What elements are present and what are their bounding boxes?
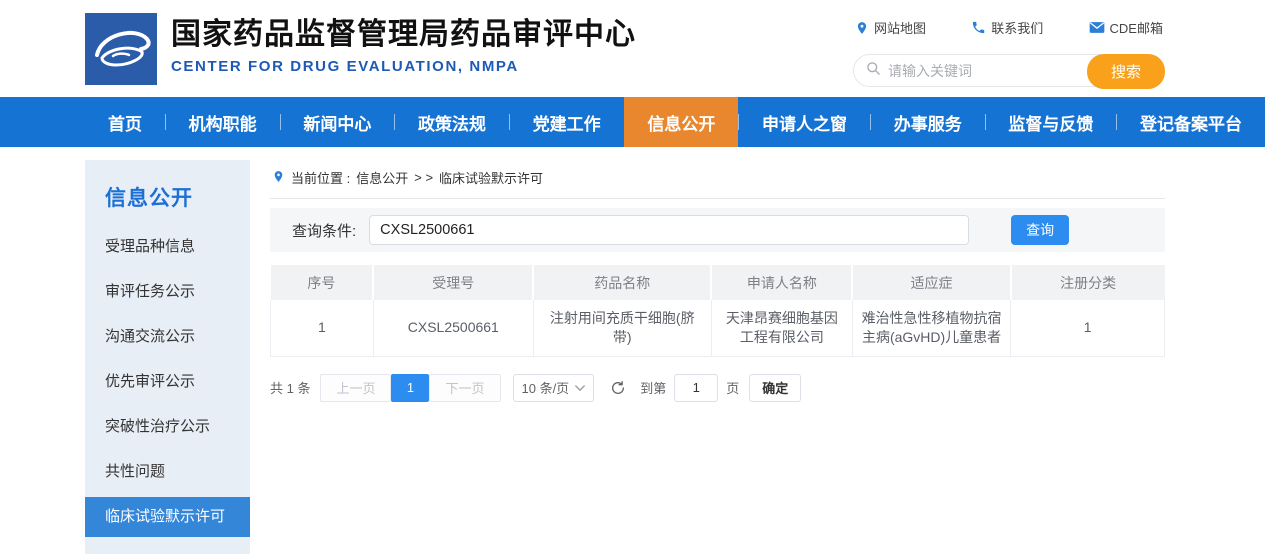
- nav-item-news[interactable]: 新闻中心: [280, 97, 394, 147]
- sidebar-item-priority-review[interactable]: 优先审评公示: [85, 359, 250, 404]
- page-size-value: 10 条/页: [522, 378, 570, 397]
- site-header: 国家药品监督管理局药品审评中心 CENTER FOR DRUG EVALUATI…: [0, 0, 1265, 97]
- sidebar-item-marketed-drugs[interactable]: 上市药品信息: [85, 540, 250, 554]
- contact-us-link[interactable]: 联系我们: [971, 18, 1043, 37]
- location-pin-icon: [855, 20, 869, 36]
- next-page-button[interactable]: 下一页: [429, 374, 500, 402]
- sitemap-label: 网站地图: [874, 18, 926, 37]
- cell-drug-name: 注射用间充质干细胞(脐带): [533, 300, 711, 356]
- phone-icon: [971, 20, 986, 35]
- goto-page-suffix: 页: [726, 378, 739, 397]
- prev-page-button[interactable]: 上一页: [320, 374, 391, 402]
- cde-mail-link[interactable]: CDE邮箱: [1089, 18, 1163, 37]
- cell-index: 1: [271, 300, 374, 356]
- table-header-row: 序号 受理号 药品名称 申请人名称 适应症 注册分类: [271, 265, 1165, 300]
- results-table: 序号 受理号 药品名称 申请人名称 适应症 注册分类 1 CXSL2500661…: [270, 265, 1165, 357]
- query-button[interactable]: 查询: [1011, 215, 1069, 245]
- table-header-index: 序号: [271, 265, 374, 300]
- sidebar-item-review-tasks[interactable]: 审评任务公示: [85, 269, 250, 314]
- nav-item-supervision-feedback[interactable]: 监督与反馈: [985, 97, 1116, 147]
- nav-item-registration-platform[interactable]: 登记备案平台: [1117, 97, 1265, 147]
- breadcrumb-current-page[interactable]: 临床试验默示许可: [439, 168, 543, 187]
- nav-item-services[interactable]: 办事服务: [871, 97, 985, 147]
- page-number-button[interactable]: 1: [391, 374, 429, 402]
- main-panel: 当前位置 : 信息公开 > > 临床试验默示许可 查询条件: 查询 序号 受理号…: [270, 160, 1165, 402]
- sidebar-item-breakthrough-therapy[interactable]: 突破性治疗公示: [85, 404, 250, 449]
- search-icon: [866, 61, 881, 81]
- envelope-icon: [1089, 21, 1105, 34]
- contact-us-label: 联系我们: [991, 18, 1043, 37]
- sidebar-item-common-issues[interactable]: 共性问题: [85, 449, 250, 494]
- site-title: 国家药品监督管理局药品审评中心: [171, 15, 636, 55]
- nav-item-party-building[interactable]: 党建工作: [510, 97, 624, 147]
- breadcrumb-section-link[interactable]: 信息公开: [356, 168, 408, 187]
- breadcrumb-prefix: 当前位置 :: [291, 168, 350, 187]
- site-subtitle: CENTER FOR DRUG EVALUATION, NMPA: [171, 58, 636, 75]
- sidebar: 信息公开 受理品种信息 审评任务公示 沟通交流公示 优先审评公示 突破性治疗公示…: [85, 160, 250, 554]
- sidebar-item-accepted-varieties[interactable]: 受理品种信息: [85, 224, 250, 269]
- query-condition-label: 查询条件:: [292, 220, 356, 241]
- cell-registration-category: 1: [1011, 300, 1165, 356]
- table-header-applicant-name: 申请人名称: [711, 265, 852, 300]
- nav-item-home[interactable]: 首页: [85, 97, 165, 147]
- cell-indication: 难治性急性移植物抗宿主病(aGvHD)儿童患者: [852, 300, 1010, 356]
- cell-acceptance-number: CXSL2500661: [373, 300, 533, 356]
- pagination-bar: 共 1 条 上一页 1 下一页 10 条/页 到第 页 确定: [270, 374, 1165, 402]
- cell-applicant-name: 天津昂赛细胞基因工程有限公司: [711, 300, 852, 356]
- chevron-down-icon: [575, 380, 585, 395]
- cde-mail-label: CDE邮箱: [1110, 18, 1163, 37]
- goto-page-input[interactable]: [674, 374, 718, 402]
- refresh-icon[interactable]: [610, 380, 626, 396]
- sidebar-item-communication[interactable]: 沟通交流公示: [85, 314, 250, 359]
- breadcrumb-separator: > >: [414, 170, 433, 185]
- sitemap-link[interactable]: 网站地图: [855, 18, 926, 37]
- table-header-acceptance-number: 受理号: [373, 265, 533, 300]
- sidebar-item-clinical-trial-implied-license[interactable]: 临床试验默示许可: [85, 497, 250, 537]
- nav-item-applicant-window[interactable]: 申请人之窗: [739, 97, 870, 147]
- nav-item-information-disclosure[interactable]: 信息公开: [624, 97, 738, 147]
- nav-item-functions[interactable]: 机构职能: [166, 97, 280, 147]
- table-row: 1 CXSL2500661 注射用间充质干细胞(脐带) 天津昂赛细胞基因工程有限…: [271, 300, 1165, 356]
- sidebar-title: 信息公开: [85, 182, 250, 212]
- page-size-select[interactable]: 10 条/页: [513, 374, 595, 402]
- goto-confirm-button[interactable]: 确定: [749, 374, 801, 402]
- header-quick-links: 网站地图 联系我们 CDE邮箱: [853, 18, 1165, 37]
- breadcrumb-pin-icon: [272, 169, 285, 187]
- query-panel: 查询条件: 查询: [270, 208, 1165, 252]
- pagination-total: 共 1 条: [270, 378, 310, 397]
- table-header-indication: 适应症: [852, 265, 1010, 300]
- nav-item-policies[interactable]: 政策法规: [395, 97, 509, 147]
- table-header-registration-category: 注册分类: [1011, 265, 1165, 300]
- goto-page-prefix: 到第: [640, 378, 666, 397]
- main-navbar: 首页 机构职能 新闻中心 政策法规 党建工作 信息公开 申请人之窗 办事服务 监…: [0, 97, 1265, 147]
- query-condition-input[interactable]: [369, 215, 969, 245]
- page-content: 信息公开 受理品种信息 审评任务公示 沟通交流公示 优先审评公示 突破性治疗公示…: [0, 147, 1265, 554]
- site-search-button[interactable]: 搜索: [1087, 54, 1165, 89]
- breadcrumb: 当前位置 : 信息公开 > > 临床试验默示许可: [270, 160, 1165, 199]
- cde-logo-icon: [85, 13, 157, 85]
- table-header-drug-name: 药品名称: [533, 265, 711, 300]
- site-search-bar: 搜索: [853, 54, 1165, 87]
